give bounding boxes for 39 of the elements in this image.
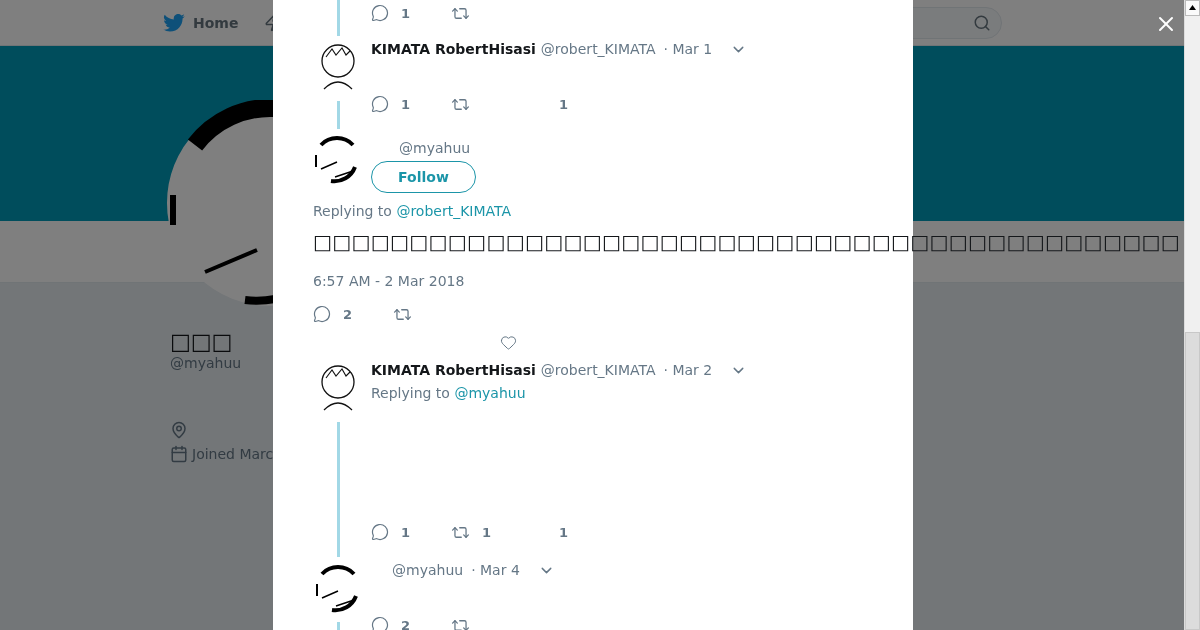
user-handle[interactable]: @myahuu (392, 561, 464, 579)
reply-count: 1 (401, 96, 411, 112)
replying-to-text: Replying to @robert_KIMATA (313, 203, 513, 219)
reply-count: 2 (343, 306, 353, 322)
tweet-date[interactable]: · Mar 2 (663, 361, 713, 379)
profile-name: □□□ (170, 329, 233, 355)
mention-link[interactable]: @myahuu (454, 385, 526, 401)
profile-handle: @myahuu (170, 355, 242, 371)
tweet-date[interactable]: · Mar 1 (663, 40, 713, 58)
reply-icon[interactable] (371, 523, 389, 541)
like-count: 1 (559, 96, 569, 112)
reply-icon[interactable] (371, 616, 389, 630)
user-name[interactable]: KIMATA RobertHisasi (371, 40, 536, 58)
reply-icon[interactable] (313, 305, 331, 323)
scroll-up-icon[interactable] (1189, 5, 1196, 11)
search-icon[interactable] (973, 13, 991, 32)
calendar-icon (170, 445, 188, 463)
user-handle[interactable]: @robert_KIMATA (540, 40, 656, 58)
like-count: 1 (559, 524, 569, 540)
scrollbar[interactable] (1184, 0, 1200, 630)
user-handle[interactable]: @robert_KIMATA (540, 361, 656, 379)
tweet-date[interactable]: · Mar 4 (471, 561, 520, 579)
mention-link[interactable]: @robert_KIMATA (396, 203, 512, 219)
joined-date: Joined Marc (192, 446, 274, 462)
follow-button[interactable]: Follow (371, 161, 476, 193)
home-link[interactable]: Home (193, 14, 239, 31)
heart-icon[interactable] (500, 333, 517, 351)
user-name[interactable]: KIMATA RobertHisasi (371, 361, 536, 379)
user-handle[interactable]: @myahuu (399, 140, 476, 156)
reply-count: 1 (401, 524, 411, 540)
retweet-count: 1 (482, 524, 492, 540)
reply-icon[interactable] (371, 4, 389, 22)
tweet-timestamp: 6:57 AM - 2 Mar 2018 (313, 273, 466, 289)
location-icon (170, 421, 188, 439)
reply-count: 1 (401, 5, 411, 21)
replying-to-text: Replying to @myahuu (371, 385, 527, 401)
reply-icon[interactable] (371, 95, 389, 113)
reply-count: 2 (401, 617, 411, 630)
tweet-text: □□□□□□□□□□□□□□□□□□□□□□□□□□□□□□□□□□□□□□□□□□□□□ (313, 229, 1180, 256)
